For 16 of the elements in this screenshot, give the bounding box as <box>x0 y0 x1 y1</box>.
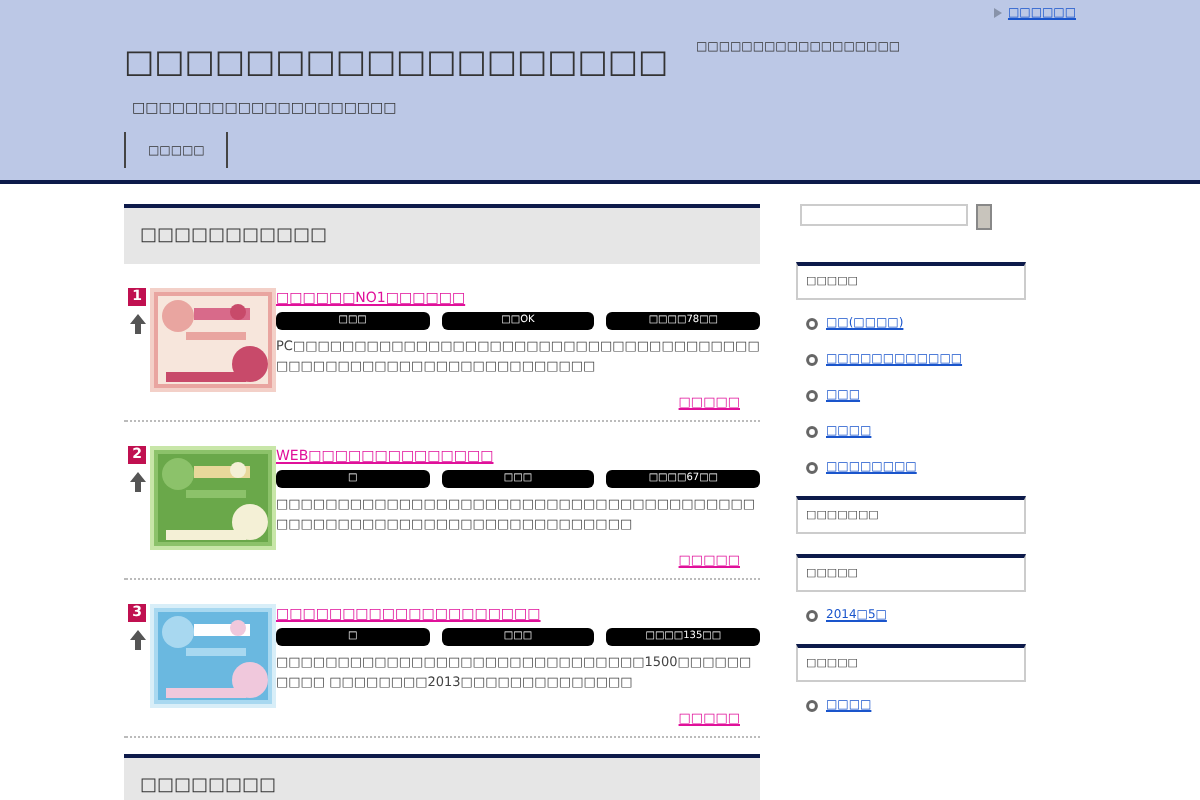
bullet-icon <box>806 353 818 365</box>
search-field[interactable] <box>800 204 968 226</box>
search-button[interactable] <box>976 204 992 230</box>
arrow-up-icon <box>129 630 145 650</box>
arrow-up-icon <box>129 314 145 334</box>
bullet-icon <box>806 425 818 437</box>
bullet-icon <box>806 461 818 473</box>
site-title: □□□□□□□□□□□□□□□□□□ <box>124 40 671 84</box>
triangle-icon <box>993 8 1002 18</box>
bullet-icon <box>806 389 818 401</box>
bullet-icon <box>806 317 818 329</box>
bullet-icon <box>806 699 818 711</box>
section-heading: □□□□□□□□ <box>124 754 760 800</box>
section-heading: □□□□□□□□□□□ <box>124 204 760 264</box>
arrow-up-icon <box>129 472 145 492</box>
bullet-icon <box>806 609 818 621</box>
